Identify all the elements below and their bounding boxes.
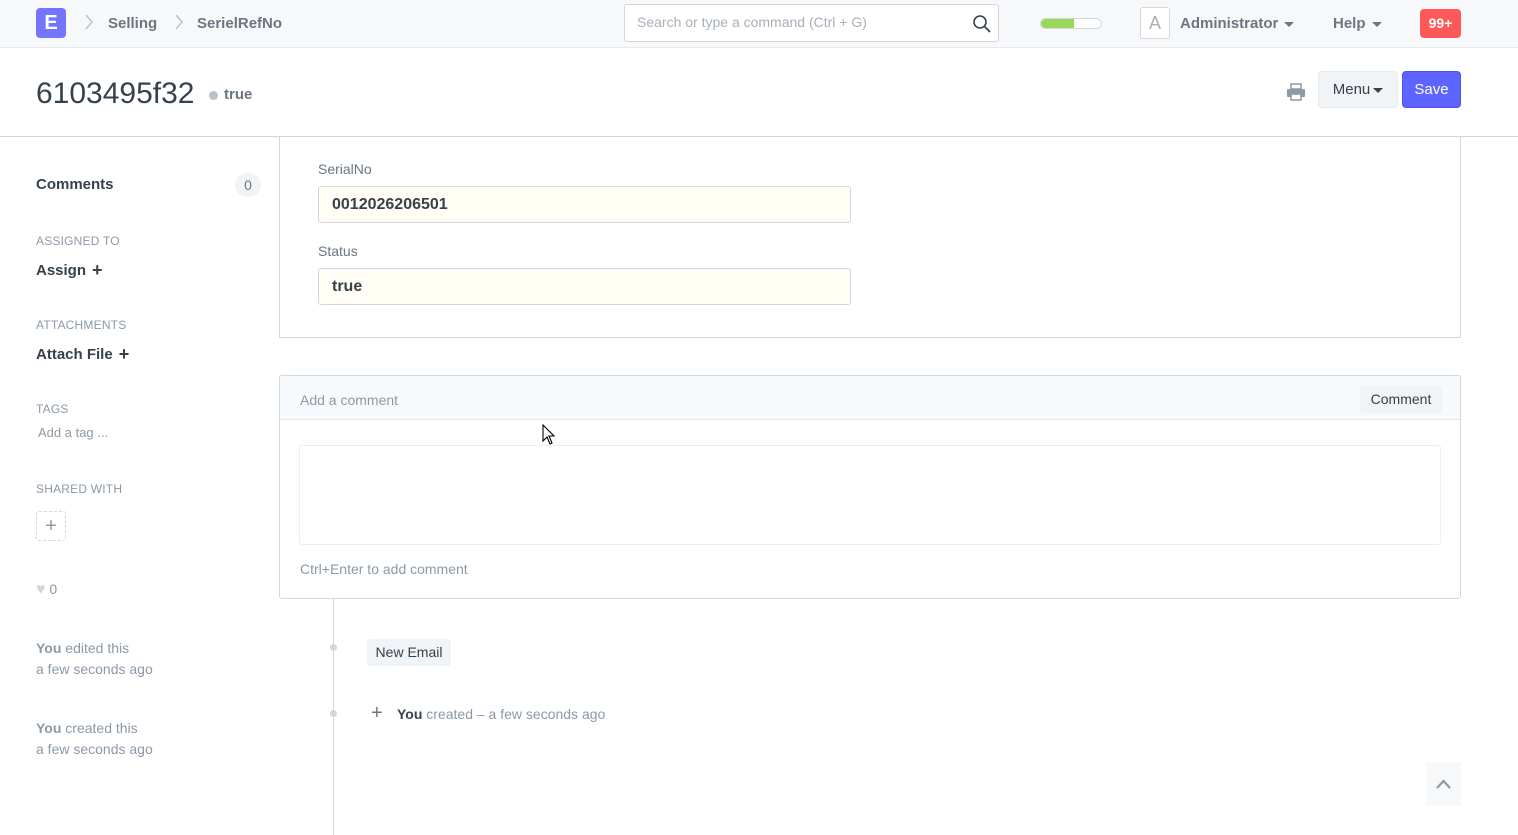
caret-down-icon [1373,87,1384,93]
page-title: 6103495f32 [36,77,195,110]
plus-icon: + [118,344,130,364]
comments-count-badge: 0 [235,173,261,197]
serialno-label: SerialNo [318,161,372,177]
assign-label: Assign [36,262,87,279]
activity-time: a few seconds ago [36,741,153,757]
comment-header: Add a comment Comment [280,376,1460,420]
activity-item: You created this a few seconds ago [36,718,153,760]
save-button[interactable]: Save [1402,71,1461,108]
sidebar-comments-label[interactable]: Comments [36,176,114,193]
add-comment-label: Add a comment [300,392,399,408]
timeline-entry: You created – a few seconds ago [397,706,605,722]
tags-heading: TAGS [36,402,69,416]
navbar: E Selling SerielRefNo A Administrator He… [0,0,1518,48]
page-head: 6103495f32 true Menu Save [0,48,1518,137]
chevron-right-icon [84,12,94,32]
likes-count: 0 [49,581,58,597]
timeline-entry-text: created – a few seconds ago [426,706,606,722]
menu-button[interactable]: Menu [1318,71,1398,108]
help-label: Help [1333,15,1366,32]
shared-with-heading: SHARED WITH [36,482,123,496]
search-bar[interactable] [624,4,999,42]
attachments-heading: ATTACHMENTS [36,318,127,332]
chevron-up-icon [1436,779,1451,789]
search-icon[interactable] [972,14,992,34]
status-indicator-dot [209,91,218,100]
progress-fill [1041,19,1074,28]
activity-who: You [36,720,62,736]
assign-button[interactable]: Assign + [36,260,103,281]
serialno-field[interactable]: 0012026206501 [318,186,851,223]
status-label: Status [318,243,358,259]
printer-icon[interactable] [1285,82,1307,102]
plus-icon: + [92,260,103,280]
status-field[interactable]: true [318,268,851,305]
form-section [279,137,1461,338]
activity-who: You [36,640,62,656]
mouse-cursor-icon [542,424,556,445]
progress-bar [1040,18,1102,29]
timeline-dot [330,710,337,717]
comment-button[interactable]: Comment [1360,386,1442,413]
comment-input[interactable] [299,445,1441,545]
add-share-button[interactable]: + [36,511,66,541]
chevron-right-icon [174,12,184,32]
add-tag-input[interactable]: Add a tag ... [38,425,108,440]
caret-down-icon [1371,21,1382,27]
activity-item: You edited this a few seconds ago [36,638,153,680]
scroll-to-top-button[interactable] [1426,762,1461,806]
assigned-to-heading: ASSIGNED TO [36,234,120,248]
timeline-line [333,599,334,835]
like-button[interactable]: ♥ 0 [36,581,57,599]
avatar[interactable]: A [1140,7,1170,39]
activity-time: a few seconds ago [36,661,153,677]
search-input[interactable] [637,14,957,30]
comment-hint: Ctrl+Enter to add comment [300,561,468,577]
timeline-who: You [397,706,423,722]
new-email-button[interactable]: New Email [367,639,451,666]
attach-file-label: Attach File [36,346,113,363]
app-logo[interactable]: E [36,8,66,38]
status-badge: true [224,86,253,103]
help-dropdown[interactable]: Help [1333,15,1382,32]
attach-file-button[interactable]: Attach File + [36,344,129,365]
breadcrumb-serielrefno[interactable]: SerielRefNo [197,15,282,32]
plus-icon: + [45,515,57,537]
user-dropdown[interactable]: Administrator [1180,15,1295,32]
heart-icon: ♥ [36,581,46,598]
timeline-dot [330,644,337,651]
notifications-badge[interactable]: 99+ [1420,9,1461,38]
menu-label: Menu [1332,81,1371,98]
caret-down-icon [1284,21,1295,27]
user-label: Administrator [1180,15,1279,32]
plus-icon: + [371,702,383,724]
activity-action: edited this [65,640,130,656]
comment-box: Add a comment Comment Ctrl+Enter to add … [279,375,1461,599]
activity-action: created this [65,720,138,736]
breadcrumb-selling[interactable]: Selling [108,15,157,32]
